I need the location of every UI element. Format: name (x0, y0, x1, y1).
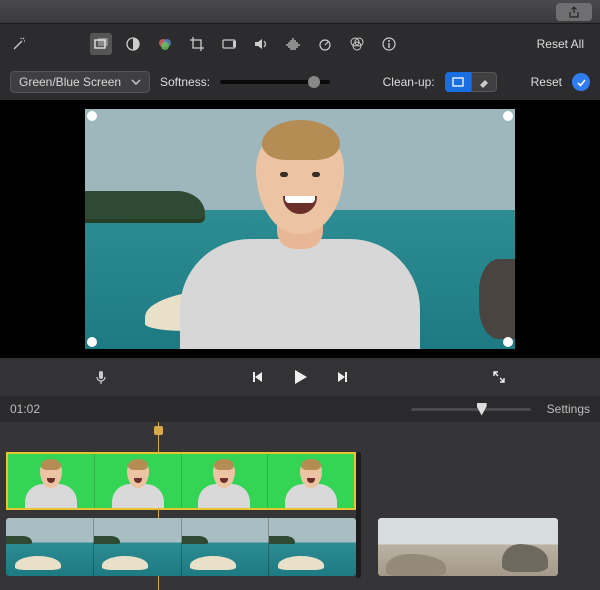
fullscreen-button[interactable] (488, 366, 510, 388)
timeline[interactable] (0, 422, 600, 590)
clip-frame (268, 518, 356, 576)
timeline-zoom-slider[interactable] (411, 408, 531, 411)
noise-reduction-icon (285, 36, 301, 52)
stabilization-icon (221, 36, 237, 52)
skip-back-button[interactable] (247, 366, 269, 388)
overlay-clip-selected[interactable] (6, 452, 356, 510)
share-button[interactable] (556, 3, 592, 21)
skip-forward-icon (334, 369, 350, 385)
play-button[interactable] (289, 366, 311, 388)
overlay-frame (181, 454, 268, 508)
main-clip-b[interactable] (378, 518, 558, 576)
subject-person (180, 139, 420, 349)
noise-reduction-tab[interactable] (282, 33, 304, 55)
speed-tab[interactable] (314, 33, 336, 55)
clip-edge-handle[interactable] (356, 452, 361, 578)
overlay-mode-value: Green/Blue Screen (19, 75, 121, 89)
clip-frame (93, 518, 181, 576)
zoom-thumb[interactable] (477, 403, 487, 416)
info-icon (381, 36, 397, 52)
color-correction-icon (157, 36, 173, 52)
crop-handle-bl[interactable] (87, 337, 97, 347)
overlay-icon (93, 36, 109, 52)
info-tab[interactable] (378, 33, 400, 55)
chevron-down-icon (131, 77, 141, 87)
filter-tab[interactable] (346, 33, 368, 55)
record-voiceover-button[interactable] (90, 366, 112, 388)
clip-frame (6, 518, 93, 576)
overlay-frame (267, 454, 354, 508)
softness-label: Softness: (160, 75, 210, 89)
check-icon (576, 77, 587, 88)
inspector-toolbar: Reset All (0, 24, 600, 64)
overlay-frame (8, 454, 94, 508)
share-icon (568, 6, 580, 18)
eraser-icon (477, 75, 491, 89)
overlay-controls-row: Green/Blue Screen Softness: Clean-up: Re… (0, 64, 600, 100)
overlay-frame (94, 454, 181, 508)
skip-forward-button[interactable] (331, 366, 353, 388)
color-filter-icon (349, 36, 365, 52)
clip-frame (181, 518, 269, 576)
crop-handle-br[interactable] (503, 337, 513, 347)
cleanup-erase-button[interactable] (471, 72, 497, 92)
overlay-mode-dropdown[interactable]: Green/Blue Screen (10, 71, 150, 93)
skip-back-icon (250, 369, 266, 385)
timecode-display: 01:02 (10, 402, 40, 416)
crop-icon (189, 36, 205, 52)
microphone-icon (93, 369, 109, 385)
reset-button[interactable]: Reset (531, 75, 562, 89)
timeline-header: 01:02 Settings (0, 396, 600, 422)
crop-handle-tl[interactable] (87, 111, 97, 121)
color-balance-icon (125, 36, 141, 52)
crop-handle-tr[interactable] (503, 111, 513, 121)
video-overlay-tab[interactable] (90, 33, 112, 55)
crop-rect-icon (451, 75, 465, 89)
window-titlebar (0, 0, 600, 24)
color-correction-tab[interactable] (154, 33, 176, 55)
preview-frame[interactable] (85, 109, 515, 349)
auto-enhance-button[interactable] (8, 33, 30, 55)
reset-all-button[interactable]: Reset All (529, 37, 592, 51)
background-rock-right (479, 259, 515, 339)
play-icon (291, 368, 309, 386)
wand-icon (11, 36, 27, 52)
apply-check-button[interactable] (572, 73, 590, 91)
volume-tab[interactable] (250, 33, 272, 55)
transport-bar (0, 358, 600, 396)
speed-icon (317, 36, 333, 52)
expand-icon (492, 370, 506, 384)
main-clip-a[interactable] (6, 518, 356, 576)
cleanup-crop-button[interactable] (445, 72, 471, 92)
color-balance-tab[interactable] (122, 33, 144, 55)
stabilization-tab[interactable] (218, 33, 240, 55)
volume-icon (253, 36, 269, 52)
cleanup-label: Clean-up: (383, 75, 435, 89)
crop-tab[interactable] (186, 33, 208, 55)
timeline-settings-button[interactable]: Settings (547, 402, 590, 416)
softness-thumb[interactable] (308, 76, 320, 88)
softness-slider[interactable] (220, 80, 330, 84)
cleanup-tool-group (445, 72, 497, 92)
preview-viewer (0, 100, 600, 358)
